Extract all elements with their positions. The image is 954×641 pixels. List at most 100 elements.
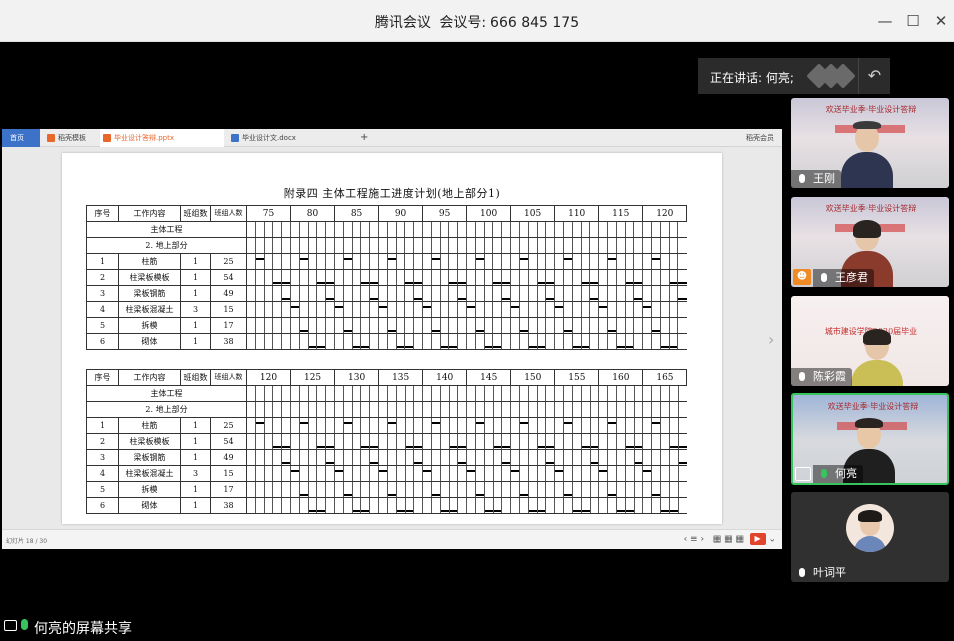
gantt-bar [300,258,308,260]
header-group: 班组数 [180,205,211,222]
gantt-bar [432,330,440,332]
row-workers: 25 [210,417,247,434]
gantt-bar [326,282,335,284]
docer-icon [47,134,55,142]
slide-counter: 幻灯片 18 / 30 [6,538,48,545]
gantt-bar [370,446,379,448]
play-icon[interactable]: ▶ [749,533,766,545]
gantt-bar [608,330,616,332]
return-icon[interactable]: ↶ [858,58,890,94]
gantt-bar [300,330,308,332]
gantt-bar [256,258,264,260]
gantt-bar [520,330,528,332]
participant-tile-active[interactable]: 欢送毕业季·毕业设计答辩 何亮 [791,393,949,485]
row-workers: 25 [210,253,247,270]
tab-home[interactable]: 首页 [2,129,40,147]
wps-member[interactable]: 稻壳会员 [746,129,774,147]
video-banner: 欢送毕业季·毕业设计答辩 [825,204,917,213]
row-content: 柱梁板模板 [118,433,181,450]
tab-word[interactable]: 毕业设计文.docx [228,129,352,147]
gantt-bar [582,510,590,512]
row-no: 6 [86,333,119,350]
row-group: 1 [180,333,211,350]
gantt-bar [617,346,625,348]
gantt-bar [670,346,678,348]
maximize-icon[interactable]: ☐ [902,10,924,32]
gantt-bar [361,346,370,348]
meeting-id-label: 会议号: [439,15,487,31]
day-label: 100 [466,205,512,222]
participant-tile[interactable]: 欢送毕业季·毕业设计答辩 ☻ 王彦君 [791,197,949,287]
minimize-icon[interactable]: — [874,10,896,32]
row-content: 柱筋 [118,417,181,434]
day-label: 140 [422,369,468,386]
gantt-bar [317,282,326,284]
gantt-bar [326,462,335,464]
gantt-bar [591,462,599,464]
gantt-bar [300,422,308,424]
gantt-bar [608,422,616,424]
day-label: 150 [510,369,556,386]
gantt-bar [476,494,484,496]
row-workers: 38 [210,333,247,350]
table-row: 2 柱梁板模板 1 54 [86,269,687,286]
speaking-indicator: 正在讲话: 何亮; ↶ [698,58,890,94]
day-label: 160 [598,369,644,386]
table-row: 1 柱筋 1 25 [86,253,687,270]
gantt-bar [397,346,405,348]
gantt-bar [608,494,616,496]
day-label: 145 [466,369,512,386]
gantt-bar [414,462,423,464]
status-controls[interactable]: ‹ ≡ › ▦ ▦ ▦ ▶ ⌄ [684,533,776,545]
day-label: 75 [245,205,292,222]
add-tab-button[interactable]: + [358,129,368,147]
document-canvas: 附录四 主体工程施工进度计划(地上部分1) 序号 工作内容 班组数 班组人数 75 80 8… [2,147,782,529]
title-bar: 腾讯会议 会议号: 666 845 175 — ☐ ✕ [0,0,954,42]
status-bar: 幻灯片 18 / 30 ‹ ≡ › ▦ ▦ ▦ ▶ ⌄ [2,529,782,549]
meeting-title: 腾讯会议 会议号: 666 845 175 [0,12,954,32]
row-no: 1 [86,253,119,270]
ppt-icon [103,134,111,142]
tab-ppt[interactable]: 毕业设计答辩.pptx [100,129,224,147]
gantt-bar [458,462,467,464]
row-no: 5 [86,481,119,498]
gantt-bar [370,298,379,300]
gantt-bar [370,462,379,464]
header-workers: 班组人数 [210,205,247,222]
participant-video [841,121,893,188]
gantt-bar [432,258,440,260]
share-label: 何亮的屏幕共享 [34,621,132,637]
gantt-bar [590,282,599,284]
row-group: 1 [180,433,211,450]
participant-tile[interactable]: 欢送毕业季·毕业设计答辩 王刚 [791,98,949,188]
gantt-bar [344,422,352,424]
gantt-bar [537,346,546,348]
gantt-bar [511,306,519,308]
row-no: 2 [86,269,119,286]
gantt-bar [344,494,352,496]
gantt-bar [626,510,634,512]
video-banner: 欢送毕业季·毕业设计答辩 [825,105,917,114]
gantt-bar [485,510,493,512]
section-main: 主体工程 [86,221,247,238]
gantt-bar [353,346,361,348]
expand-panel-icon[interactable]: › [768,330,774,349]
participant-name: 陈彩霞 [791,368,852,386]
tab-docer[interactable]: 稻壳模板 [44,129,86,147]
gantt-bar [537,282,546,284]
row-group: 1 [180,253,211,270]
video-banner: 欢送毕业季·毕业设计答辩 [827,402,919,411]
participant-tile[interactable]: 城市建设学院2020届毕业答辩 陈彩霞 [791,296,949,386]
participant-tile[interactable]: 叶词平 [791,492,949,582]
row-group: 1 [180,317,211,334]
row-no: 4 [86,465,119,482]
close-icon[interactable]: ✕ [930,10,952,32]
gantt-bar [626,282,634,284]
gantt-bar [344,330,352,332]
shared-screen[interactable]: 首页 稻壳模板 毕业设计答辩.pptx 毕业设计文.docx + 稻壳会员 附录… [2,129,782,549]
row-no: 6 [86,497,119,514]
gantt-bar [414,298,423,300]
gantt-bar [423,470,431,472]
day-label: 135 [378,369,424,386]
gantt-bar [520,422,528,424]
